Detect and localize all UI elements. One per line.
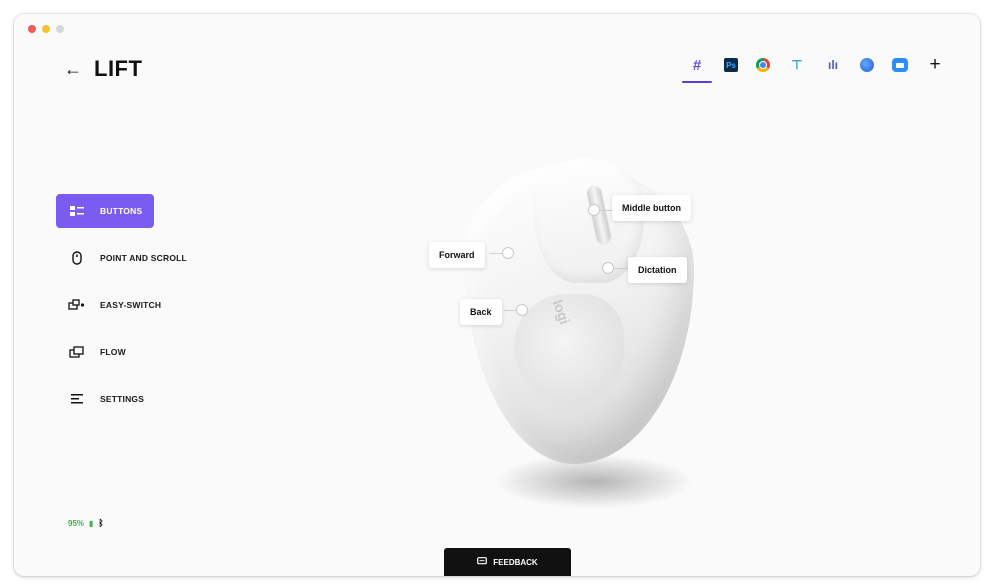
connector-line [614,268,628,269]
feedback-button[interactable]: FEEDBACK [444,548,571,576]
mouse-icon [68,251,86,265]
zoom-window-button[interactable] [56,25,64,33]
add-app-icon[interactable]: + [926,54,944,75]
dictation-callout[interactable]: Dictation [628,257,687,283]
middle-button-callout[interactable]: Middle button [612,195,691,221]
photoshop-icon[interactable]: Ps [724,58,738,72]
device-title: LIFT [94,56,143,81]
back-callout[interactable]: Back [460,299,502,325]
sidebar-item-buttons[interactable]: BUTTONS [56,194,155,228]
zoom-icon[interactable] [892,58,908,72]
back-hotspot[interactable] [516,304,528,316]
mouse-shadow [494,454,694,509]
forward-callout[interactable]: Forward [429,242,485,268]
back-arrow-icon[interactable]: ← [64,59,82,80]
battery-percentage: 95% [68,518,85,528]
sidebar-item-settings[interactable]: SETTINGS [56,382,156,416]
app-tool-icon[interactable]: ⊤ [788,56,806,74]
sidebar-item-label: SETTINGS [100,394,145,404]
minimize-window-button[interactable] [42,25,50,33]
sidebar-item-label: BUTTONS [100,206,143,216]
battery-icon: ▮ [89,518,94,528]
chrome-icon[interactable] [756,58,770,72]
feedback-label: FEEDBACK [493,557,538,567]
battery-status: 95% ▮ ᛒ [68,518,104,528]
sidebar-item-easy-switch[interactable]: EASY-SWITCH [56,288,173,322]
sidebar-nav: BUTTONS POINT AND SCROLL EASY-SWITCH FLO… [56,194,256,429]
sidebar-item-point-and-scroll[interactable]: POINT AND SCROLL [56,241,199,275]
sidebar-item-label: EASY-SWITCH [100,300,162,310]
bluetooth-icon: ᛒ [98,518,104,528]
sidebar-item-label: POINT AND SCROLL [100,253,187,263]
all-applications-icon[interactable]: # [682,56,712,83]
forward-hotspot[interactable] [502,247,514,259]
buttons-icon [68,206,86,216]
sidebar-item-label: FLOW [100,347,126,357]
middle-button-hotspot[interactable] [588,204,600,216]
globe-icon[interactable] [860,58,874,72]
window-controls [28,25,64,33]
settings-icon [68,394,86,404]
teams-icon[interactable]: ılı [824,56,842,74]
flow-icon [68,346,86,358]
dictation-hotspot[interactable] [602,262,614,274]
sidebar-item-flow[interactable]: FLOW [56,335,138,369]
application-bar: # Ps ⊤ ılı + [682,54,944,83]
feedback-icon [477,556,488,568]
easy-switch-icon [68,299,86,311]
close-window-button[interactable] [28,25,36,33]
app-window: ← LIFT # Ps ⊤ ılı + BUTTONS POINT AND SC… [14,14,980,576]
page-header: ← LIFT [64,56,142,82]
